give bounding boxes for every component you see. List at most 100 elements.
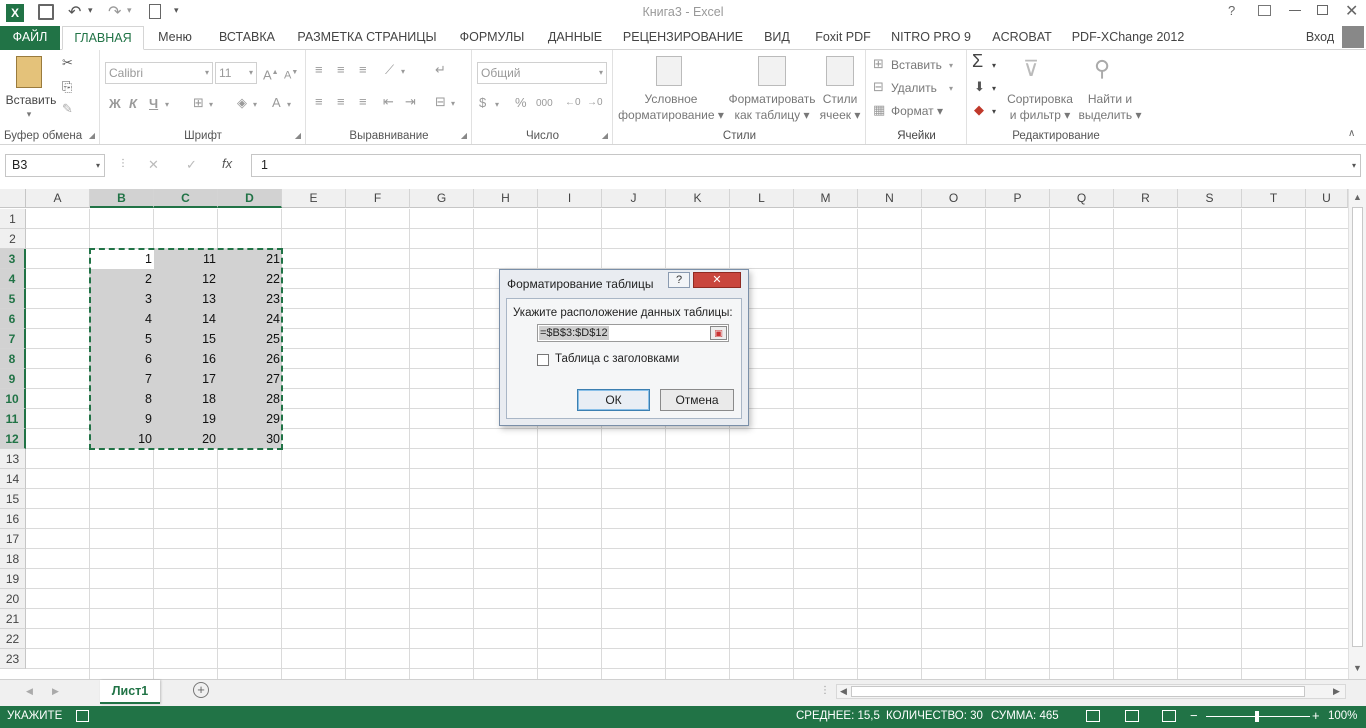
avatar[interactable]: [1342, 26, 1364, 48]
fill-icon[interactable]: ⬇: [974, 79, 985, 95]
fill-dropdown-icon[interactable]: ▾: [992, 81, 996, 97]
font-size-dropdown-icon[interactable]: ▾: [249, 63, 253, 83]
fill-color-icon[interactable]: ◈: [237, 95, 247, 111]
format-as-table-icon[interactable]: [758, 56, 786, 86]
add-sheet-icon[interactable]: +: [193, 682, 209, 698]
font-name-dropdown-icon[interactable]: ▾: [205, 63, 209, 83]
merge-cells-icon[interactable]: ⊟: [435, 94, 446, 110]
tab-file[interactable]: ФАЙЛ: [0, 26, 60, 50]
format-cells-button[interactable]: Формат ▾: [891, 103, 951, 119]
cell-b7[interactable]: 5: [90, 329, 154, 349]
cell-b12[interactable]: 10: [90, 429, 154, 449]
align-middle-icon[interactable]: ≡: [337, 62, 345, 78]
row-header-5[interactable]: 5: [0, 289, 26, 309]
font-launcher-icon[interactable]: ◢: [295, 131, 301, 140]
collapse-ribbon-icon[interactable]: ∧: [1348, 128, 1355, 139]
cut-icon[interactable]: ✂: [62, 55, 73, 71]
ribbon-display-icon[interactable]: [1258, 5, 1271, 16]
tab-review[interactable]: РЕЦЕНЗИРОВАНИЕ: [618, 26, 748, 50]
increase-indent-icon[interactable]: ⇥: [405, 94, 416, 110]
redo-dropdown-icon[interactable]: ▾: [127, 5, 132, 16]
column-header-j[interactable]: J: [602, 189, 666, 208]
align-bottom-icon[interactable]: ≡: [359, 62, 367, 78]
cell-c10[interactable]: 18: [154, 389, 218, 409]
horizontal-scroll-thumb[interactable]: [851, 686, 1305, 697]
font-color-icon[interactable]: A: [272, 95, 281, 111]
sign-in-link[interactable]: Вход: [1300, 26, 1340, 50]
row-header-22[interactable]: 22: [0, 629, 26, 649]
decrease-indent-icon[interactable]: ⇤: [383, 94, 394, 110]
borders-icon[interactable]: ⊞: [193, 95, 204, 111]
clipboard-launcher-icon[interactable]: ◢: [89, 131, 95, 140]
align-right-icon[interactable]: ≡: [359, 94, 367, 110]
format-painter-icon[interactable]: ✎: [62, 101, 73, 117]
conditional-formatting-button[interactable]: Условное форматирование ▾: [616, 91, 726, 123]
scroll-thumb[interactable]: [1352, 207, 1363, 647]
tab-view[interactable]: ВИД: [756, 26, 798, 50]
minimize-icon[interactable]: [1289, 10, 1301, 11]
column-header-k[interactable]: K: [666, 189, 730, 208]
cell-d11[interactable]: 29: [218, 409, 282, 429]
cell-c9[interactable]: 17: [154, 369, 218, 389]
row-header-23[interactable]: 23: [0, 649, 26, 669]
cell-c7[interactable]: 15: [154, 329, 218, 349]
increase-font-icon[interactable]: A▲: [263, 65, 279, 83]
row-header-6[interactable]: 6: [0, 309, 26, 329]
fill-color-dropdown-icon[interactable]: ▾: [253, 97, 257, 113]
align-center-icon[interactable]: ≡: [337, 94, 345, 110]
collapse-dialog-icon[interactable]: ▣: [710, 326, 727, 340]
column-header-h[interactable]: H: [474, 189, 538, 208]
row-header-18[interactable]: 18: [0, 549, 26, 569]
column-header-i[interactable]: I: [538, 189, 602, 208]
scroll-right-icon[interactable]: ▶: [1333, 686, 1340, 697]
cell-b10[interactable]: 8: [90, 389, 154, 409]
cell-c3[interactable]: 11: [154, 249, 218, 269]
number-format-dropdown-icon[interactable]: ▾: [599, 63, 603, 83]
find-select-icon[interactable]: ⚲: [1094, 56, 1110, 82]
dialog-close-button[interactable]: ✕: [693, 272, 741, 288]
row-header-9[interactable]: 9: [0, 369, 26, 389]
column-header-c[interactable]: C: [154, 189, 218, 208]
horizontal-scrollbar[interactable]: ◀ ▶: [836, 684, 1346, 699]
scroll-left-icon[interactable]: ◀: [840, 686, 847, 697]
row-header-15[interactable]: 15: [0, 489, 26, 509]
row-header-4[interactable]: 4: [0, 269, 26, 289]
cell-b8[interactable]: 6: [90, 349, 154, 369]
name-box-dropdown-icon[interactable]: ▾: [96, 155, 100, 176]
row-header-21[interactable]: 21: [0, 609, 26, 629]
wrap-text-icon[interactable]: ↵: [435, 62, 446, 78]
cell-d5[interactable]: 23: [218, 289, 282, 309]
dialog-help-button[interactable]: ?: [668, 272, 690, 288]
undo-icon[interactable]: ↶: [68, 2, 81, 22]
zoom-out-icon[interactable]: −: [1190, 708, 1198, 723]
cancel-button[interactable]: Отмена: [660, 389, 734, 411]
sort-filter-button[interactable]: Сортировка и фильтр ▾: [1004, 91, 1076, 123]
cell-b3[interactable]: 1: [90, 249, 154, 269]
number-format-combo[interactable]: Общий ▾: [477, 62, 607, 84]
cell-d4[interactable]: 22: [218, 269, 282, 289]
tab-menu[interactable]: Меню: [150, 26, 200, 50]
column-header-b[interactable]: B: [90, 189, 154, 208]
cell-d10[interactable]: 28: [218, 389, 282, 409]
underline-dropdown-icon[interactable]: ▾: [165, 97, 169, 113]
row-header-1[interactable]: 1: [0, 209, 26, 229]
format-as-table-button[interactable]: Форматировать как таблицу ▾: [724, 91, 820, 123]
conditional-formatting-icon[interactable]: [656, 56, 682, 86]
normal-view-icon[interactable]: [1086, 710, 1100, 722]
tab-nitro-pro[interactable]: NITRO PRO 9: [888, 26, 974, 50]
headers-checkbox[interactable]: [537, 354, 549, 366]
delete-cells-icon[interactable]: ⊟: [873, 79, 884, 95]
tab-page-layout[interactable]: РАЗМЕТКА СТРАНИЦЫ: [292, 26, 442, 50]
column-header-d[interactable]: D: [218, 189, 282, 208]
headers-checkbox-label[interactable]: Таблица с заголовками: [555, 353, 679, 365]
row-header-3[interactable]: 3: [0, 249, 26, 269]
cell-d3[interactable]: 21: [218, 249, 282, 269]
name-box[interactable]: B3 ▾: [5, 154, 105, 177]
zoom-in-icon[interactable]: +: [1312, 708, 1320, 723]
expand-formula-icon[interactable]: ▾: [1352, 155, 1356, 176]
new-document-icon[interactable]: [149, 4, 161, 19]
thousands-button[interactable]: 000: [536, 96, 553, 112]
cell-c4[interactable]: 12: [154, 269, 218, 289]
row-header-10[interactable]: 10: [0, 389, 26, 409]
next-sheet-icon[interactable]: ▶: [52, 686, 59, 697]
